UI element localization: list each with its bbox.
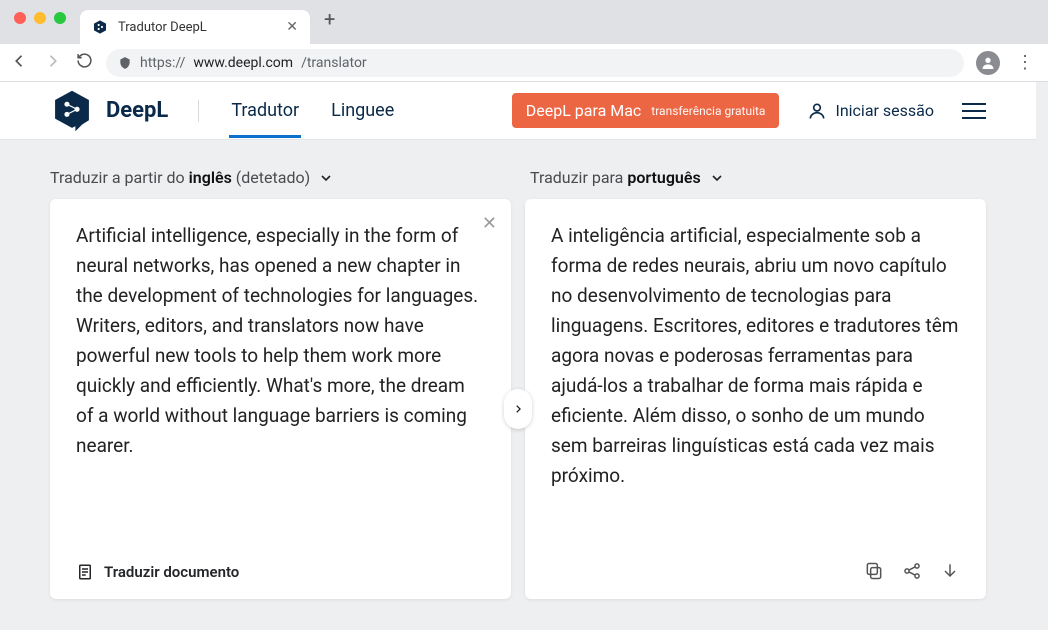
download-mac-button[interactable]: DeepL para Mac transferência gratuita <box>512 93 780 128</box>
download-mac-sublabel: transferência gratuita <box>651 104 765 118</box>
chevron-right-icon <box>513 402 523 416</box>
window-close-icon[interactable] <box>14 12 26 24</box>
browser-tab[interactable]: Tradutor DeepL ✕ <box>80 10 310 44</box>
download-mac-label: DeepL para Mac <box>526 101 642 120</box>
copy-icon[interactable] <box>864 561 884 581</box>
page-content: DeepL Tradutor Linguee DeepL para Mac tr… <box>0 82 1048 630</box>
source-lang-suffix: (detetado) <box>232 168 310 187</box>
forward-button[interactable] <box>42 52 62 74</box>
translator-area: Traduzir a partir do inglês (detetado) T… <box>0 140 1036 619</box>
swap-languages-button[interactable] <box>504 389 532 429</box>
target-pane: A inteligência artificial, especialmente… <box>525 199 986 599</box>
target-text-output[interactable]: A inteligência artificial, especialmente… <box>551 221 960 545</box>
target-lang-name: português <box>627 168 700 187</box>
document-icon <box>76 563 94 581</box>
deepl-favicon-icon <box>92 19 108 35</box>
menu-button[interactable] <box>962 103 986 119</box>
reload-button[interactable] <box>74 52 94 73</box>
source-lang-name: inglês <box>189 168 232 187</box>
window-maximize-icon[interactable] <box>54 12 66 24</box>
language-selectors: Traduzir a partir do inglês (detetado) T… <box>50 168 986 187</box>
nav-translator[interactable]: Tradutor <box>229 84 301 137</box>
brand-name: DeepL <box>106 98 168 123</box>
site-info-icon[interactable] <box>118 56 132 70</box>
clear-source-button[interactable]: ✕ <box>482 213 497 234</box>
deepl-logo-icon <box>50 89 94 133</box>
login-button[interactable]: Iniciar sessão <box>807 101 934 121</box>
chevron-down-icon <box>318 170 334 186</box>
download-icon[interactable] <box>940 561 960 581</box>
address-bar: https:// www.deepl.com/translator ⋮ <box>0 44 1048 82</box>
source-text-input[interactable]: Artificial intelligence, especially in t… <box>76 221 485 547</box>
browser-menu-icon[interactable]: ⋮ <box>1012 52 1038 73</box>
share-icon[interactable] <box>902 561 922 581</box>
target-lang-prefix: Traduzir para <box>530 168 627 187</box>
new-tab-button[interactable]: + <box>310 7 345 37</box>
tab-close-icon[interactable]: ✕ <box>286 19 298 35</box>
source-lang-prefix: Traduzir a partir do <box>50 168 189 187</box>
url-path: /translator <box>301 55 367 71</box>
site-header: DeepL Tradutor Linguee DeepL para Mac tr… <box>0 82 1036 140</box>
url-input[interactable]: https:// www.deepl.com/translator <box>106 49 964 77</box>
chevron-down-icon <box>709 170 725 186</box>
window-minimize-icon[interactable] <box>34 12 46 24</box>
source-pane: ✕ Artificial intelligence, especially in… <box>50 199 511 599</box>
tab-title: Tradutor DeepL <box>118 20 276 35</box>
source-language-selector[interactable]: Traduzir a partir do inglês (detetado) <box>50 168 506 187</box>
translate-document-label: Traduzir documento <box>104 563 239 581</box>
divider <box>198 100 199 122</box>
target-language-selector[interactable]: Traduzir para português <box>530 168 986 187</box>
brand-logo[interactable]: DeepL <box>50 89 168 133</box>
url-domain: www.deepl.com <box>193 55 293 71</box>
profile-button[interactable] <box>976 51 1000 75</box>
user-icon <box>807 101 827 121</box>
window-controls <box>10 0 74 44</box>
browser-tab-strip: Tradutor DeepL ✕ + <box>0 0 1048 44</box>
back-button[interactable] <box>10 52 30 74</box>
translation-panes: ✕ Artificial intelligence, especially in… <box>50 199 986 599</box>
translate-document-button[interactable]: Traduzir documento <box>76 563 239 581</box>
url-scheme: https:// <box>140 55 185 71</box>
nav-linguee[interactable]: Linguee <box>329 84 396 137</box>
login-label: Iniciar sessão <box>835 101 934 120</box>
